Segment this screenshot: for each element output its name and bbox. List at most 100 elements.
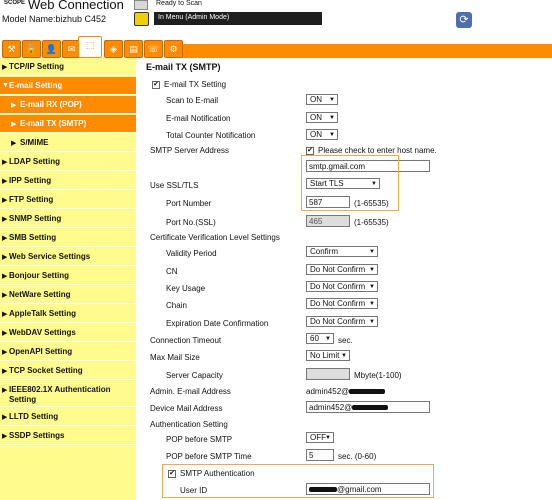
arrow-icon: ▶ (2, 349, 8, 356)
server-capacity-unit: Mbyte(1-100) (354, 371, 402, 380)
brand-title: Web Connection (28, 0, 124, 12)
sidebar-item-snmp[interactable]: ▶ SNMP Setting (0, 210, 136, 228)
arrow-icon: ▶ (2, 273, 8, 280)
server-capacity-input[interactable] (306, 368, 350, 380)
auth-label: Authentication Setting (150, 420, 228, 429)
arrow-icon: ▶ (11, 121, 17, 128)
sidebar-item-lltd[interactable]: ▶ LLTD Setting (0, 408, 136, 426)
arrow-icon: ▶ (2, 311, 8, 318)
expiration-select[interactable]: Do Not Confirm ▼ (306, 316, 378, 327)
expiration-label: Expiration Date Confirmation (166, 319, 269, 328)
ssl-label: Use SSL/TLS (150, 181, 199, 190)
chevron-down-icon: ▼ (369, 267, 375, 273)
sidebar-item-ldap[interactable]: ▶ LDAP Setting (0, 153, 136, 171)
email-notification-select[interactable]: ON ▼ (306, 112, 338, 123)
tab-user-auth-icon[interactable]: 👤 (42, 40, 61, 58)
chain-label: Chain (166, 301, 187, 310)
cert-label: Certificate Verification Level Settings (150, 233, 280, 242)
server-capacity-label: Server Capacity (166, 371, 223, 380)
redaction-mark (352, 405, 389, 411)
timeout-label: Connection Timeout (150, 336, 222, 345)
sidebar-item-ftp[interactable]: ▶ FTP Setting (0, 191, 136, 209)
arrow-icon: ▶ (2, 178, 8, 185)
pop-time-unit: sec. (0-60) (338, 452, 377, 461)
sidebar: ▶ TCP/IP Setting ▼ E-mail Setting ▶ E-mail … (0, 58, 136, 500)
sidebar-item-web-service[interactable]: ▶ Web Service Settings (0, 248, 136, 266)
sidebar-item-smime[interactable]: ▶ S/MIME (0, 134, 136, 152)
email-notification-label: E-mail Notification (166, 114, 231, 123)
cn-label: CN (166, 267, 178, 276)
sidebar-item-ieee8021x[interactable]: ▶ IEEE802.1X Authentication Setting (0, 381, 136, 407)
smtp-server-label: SMTP Server Address (150, 146, 229, 155)
port-label: Port Number (166, 199, 212, 208)
device-mail-label: Device Mail Address (150, 404, 223, 413)
mode-indicator: In Menu (Admin Mode) (154, 12, 322, 25)
tab-fax-icon[interactable]: ☏ (144, 40, 163, 58)
sidebar-item-appletalk[interactable]: ▶ AppleTalk Setting (0, 305, 136, 323)
tab-system-icon[interactable]: ⚙ (164, 40, 183, 58)
total-counter-select[interactable]: ON ▼ (306, 129, 338, 140)
chevron-down-icon: ▼ (329, 132, 335, 138)
page-title: E-mail TX (SMTP) (146, 62, 221, 72)
port-ssl-label: Port No.(SSL) (166, 218, 216, 227)
admin-mode-icon (134, 12, 149, 26)
scan-to-email-select[interactable]: ON ▼ (306, 94, 338, 105)
pop-time-input[interactable]: 5 (306, 449, 334, 461)
chain-select[interactable]: Do Not Confirm ▼ (306, 298, 378, 309)
total-counter-label: Total Counter Notification (166, 131, 256, 140)
sidebar-item-netware[interactable]: ▶ NetWare Setting (0, 286, 136, 304)
arrow-icon: ▶ (11, 102, 17, 109)
sidebar-item-tcpip[interactable]: ▶ TCP/IP Setting (0, 58, 136, 76)
model-name: Model Name:bizhub C452 (2, 14, 107, 24)
sidebar-item-ipp[interactable]: ▶ IPP Setting (0, 172, 136, 190)
refresh-icon[interactable]: ⟳ (456, 12, 472, 28)
email-tx-row: ✔ E-mail TX Setting (152, 80, 227, 89)
printer-status-icon (134, 0, 148, 10)
chevron-down-icon: ▼ (369, 301, 375, 307)
validity-label: Validity Period (166, 249, 217, 258)
sidebar-item-tcp-socket[interactable]: ▶ TCP Socket Setting (0, 362, 136, 380)
redaction-mark (349, 389, 386, 395)
arrow-icon: ▶ (2, 292, 8, 299)
pop-before-select[interactable]: OFF ▼ (306, 432, 334, 443)
key-usage-select[interactable]: Do Not Confirm ▼ (306, 281, 378, 292)
sidebar-item-ssdp[interactable]: ▶ SSDP Settings (0, 427, 136, 445)
tab-bar (180, 44, 552, 58)
timeout-select[interactable]: 60 ▼ (306, 333, 334, 344)
hostname-checkbox[interactable]: ✔ (306, 146, 314, 155)
scan-to-email-label: Scan to E-mail (166, 96, 219, 105)
sidebar-item-openapi[interactable]: ▶ OpenAPI Setting (0, 343, 136, 361)
timeout-unit: sec. (338, 336, 353, 345)
pop-time-label: POP before SMTP Time (166, 452, 252, 461)
chevron-down-icon: ▼ (369, 249, 375, 255)
sidebar-item-bonjour[interactable]: ▶ Bonjour Setting (0, 267, 136, 285)
arrow-icon: ▶ (2, 254, 8, 261)
arrow-icon: ▶ (2, 387, 8, 394)
tab-maintenance-icon[interactable]: ⚒ (2, 40, 21, 58)
arrow-icon: ▶ (2, 159, 8, 166)
hostname-check-row: ✔ Please check to enter host name. (306, 146, 437, 155)
admin-email-label: Admin. E-mail Address (150, 387, 231, 396)
chevron-down-icon: ▼ (369, 319, 375, 325)
sidebar-item-smb[interactable]: ▶ SMB Setting (0, 229, 136, 247)
sidebar-item-email-setting[interactable]: ▼ E-mail Setting (0, 77, 136, 95)
sidebar-item-webdav[interactable]: ▶ WebDAV Settings (0, 324, 136, 342)
port-ssl-input[interactable]: 465 (306, 215, 350, 227)
tab-network-icon[interactable]: ⬚ (78, 36, 102, 58)
tab-box-icon[interactable]: ◈ (104, 40, 123, 58)
arrow-icon: ▶ (2, 368, 8, 375)
max-mail-select[interactable]: No Limit ▼ (306, 350, 350, 361)
device-mail-input[interactable]: admin452@ (306, 401, 430, 413)
email-tx-checkbox[interactable]: ✔ (152, 80, 160, 89)
tab-print-setting-icon[interactable]: ▤ (124, 40, 143, 58)
sidebar-item-email-rx[interactable]: ▶ E-mail RX (POP) (0, 96, 136, 114)
key-usage-label: Key Usage (166, 284, 206, 293)
sidebar-item-email-tx[interactable]: ▶ E-mail TX (SMTP) (0, 115, 136, 133)
highlight-box-auth (162, 464, 434, 498)
cn-select[interactable]: Do Not Confirm ▼ (306, 264, 378, 275)
chevron-down-icon: ▼ (329, 97, 335, 103)
validity-select[interactable]: Confirm ▼ (306, 246, 378, 257)
port-ssl-range: (1-65535) (354, 218, 389, 227)
tab-security-icon[interactable]: 🔒 (22, 40, 41, 58)
admin-email-value: admin452@ (306, 387, 386, 396)
